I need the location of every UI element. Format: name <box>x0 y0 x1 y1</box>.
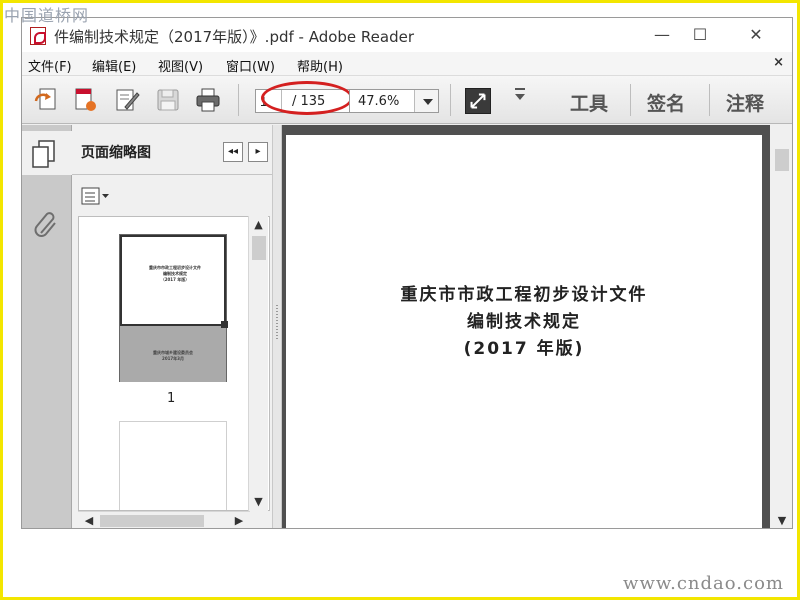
toolbar-separator <box>630 84 631 116</box>
menu-help[interactable]: 帮助(H) <box>297 56 343 75</box>
thumbnail-resize-handle[interactable] <box>221 321 228 328</box>
toolbar: / 135 47.6% 工具 签名 注释 <box>22 76 792 124</box>
thumbnail-options-icon[interactable] <box>81 186 111 206</box>
menu-bar: 文件(F) 编辑(E) 视图(V) 窗口(W) 帮助(H) × <box>22 52 792 76</box>
toolbar-separator <box>450 84 451 116</box>
scroll-down-icon[interactable]: ▼ <box>249 493 268 511</box>
document-title-line: 重庆市市政工程初步设计文件 <box>400 285 648 305</box>
scroll-down-icon[interactable]: ▼ <box>770 512 792 528</box>
page-thumbnails-tab[interactable] <box>22 131 72 175</box>
page-number-input[interactable] <box>256 90 282 112</box>
sign-button[interactable]: 签名 <box>647 89 685 116</box>
thumbnail-page-number: 1 <box>167 391 176 406</box>
page-total: / 135 <box>292 94 326 109</box>
next-panel-button[interactable]: ▸ <box>248 142 268 162</box>
window-title: 件编制技术规定（2017年版）》.pdf - Adobe Reader <box>54 28 415 46</box>
pdf-page: 重庆市市政工程初步设计文件 编制技术规定 (2017 年版) <box>286 135 762 528</box>
scroll-right-icon[interactable]: ▶ <box>230 512 248 528</box>
export-pdf-icon[interactable] <box>72 87 98 113</box>
thumbnail-options-bar <box>72 176 272 216</box>
zoom-select[interactable]: 47.6% <box>349 89 439 113</box>
page-thumbnail[interactable]: 重庆市市政工程初步设计文件 编制技术规定 （2017 年版） 重庆市城乡建设委员… <box>119 234 228 382</box>
comment-button[interactable]: 注释 <box>726 89 764 116</box>
scroll-left-icon[interactable]: ◀ <box>80 512 98 528</box>
page-navigator: / 135 <box>255 89 351 113</box>
attachments-paperclip-icon[interactable] <box>33 209 59 239</box>
document-view: 重庆市市政工程初步设计文件 编制技术规定 (2017 年版) ▼ <box>282 125 792 528</box>
thumbnail-footer-line: 2017年3月 <box>162 356 184 361</box>
splitter-grip <box>276 305 278 341</box>
minimize-button[interactable]: — <box>644 24 680 46</box>
watermark-top: 中国道桥网 <box>4 6 90 25</box>
page-thumbnail[interactable] <box>119 421 227 510</box>
thumbnail-footer: 重庆市城乡建设委员会 2017年3月 <box>120 326 226 382</box>
save-icon[interactable] <box>155 87 181 113</box>
tools-button[interactable]: 工具 <box>570 89 608 116</box>
fit-options-dropdown-icon[interactable] <box>515 88 525 100</box>
menu-edit[interactable]: 编辑(E) <box>92 56 136 75</box>
zoom-value: 47.6% <box>358 94 400 109</box>
print-icon[interactable] <box>195 87 221 113</box>
document-edition-line: (2017 年版) <box>463 339 585 359</box>
document-subtitle-line: 编制技术规定 <box>467 312 581 332</box>
scrollbar-thumb[interactable] <box>252 236 266 260</box>
toolbar-separator <box>238 84 239 116</box>
thumbnails-panel-header: 页面缩略图 ◂◂ ▸ <box>72 125 272 175</box>
thumbnail-cover-line: （2017 年版） <box>160 277 190 282</box>
pdf-app-icon <box>30 27 46 45</box>
thumbnail-cover: 重庆市市政工程初步设计文件 编制技术规定 （2017 年版） <box>120 235 226 326</box>
close-document-button[interactable]: × <box>773 55 784 70</box>
close-window-button[interactable]: ✕ <box>738 24 774 46</box>
thumbnail-list: 重庆市市政工程初步设计文件 编制技术规定 （2017 年版） 重庆市城乡建设委员… <box>78 216 270 511</box>
watermark-bottom: www.cndao.com <box>623 573 784 594</box>
title-bar: 件编制技术规定（2017年版）》.pdf - Adobe Reader — ☐ … <box>22 18 792 52</box>
panel-splitter[interactable] <box>272 125 282 528</box>
panel-title: 页面缩略图 <box>81 145 151 161</box>
scrollbar-thumb[interactable] <box>100 515 204 527</box>
thumbnail-vertical-scrollbar[interactable]: ▲ ▼ <box>248 216 268 511</box>
menu-window[interactable]: 窗口(W) <box>226 56 275 75</box>
menu-view[interactable]: 视图(V) <box>158 56 203 75</box>
adobe-reader-window: 件编制技术规定（2017年版）》.pdf - Adobe Reader — ☐ … <box>21 17 793 529</box>
toolbar-separator <box>709 84 710 116</box>
document-vertical-scrollbar[interactable]: ▼ <box>770 125 792 528</box>
edit-pdf-icon[interactable] <box>114 87 140 113</box>
menu-file[interactable]: 文件(F) <box>28 56 72 75</box>
chevron-down-icon[interactable] <box>414 90 438 112</box>
scrollbar-thumb[interactable] <box>775 149 789 171</box>
navigation-rail <box>22 125 72 528</box>
page-thumbnails-icon <box>32 140 55 168</box>
maximize-button[interactable]: ☐ <box>682 24 718 46</box>
fit-page-icon[interactable] <box>465 88 491 114</box>
scroll-up-icon[interactable]: ▲ <box>249 216 268 234</box>
collapse-panel-button[interactable]: ◂◂ <box>223 142 243 162</box>
thumbnail-horizontal-scrollbar[interactable]: ◀ ▶ <box>78 511 250 528</box>
create-pdf-icon[interactable] <box>34 87 60 113</box>
